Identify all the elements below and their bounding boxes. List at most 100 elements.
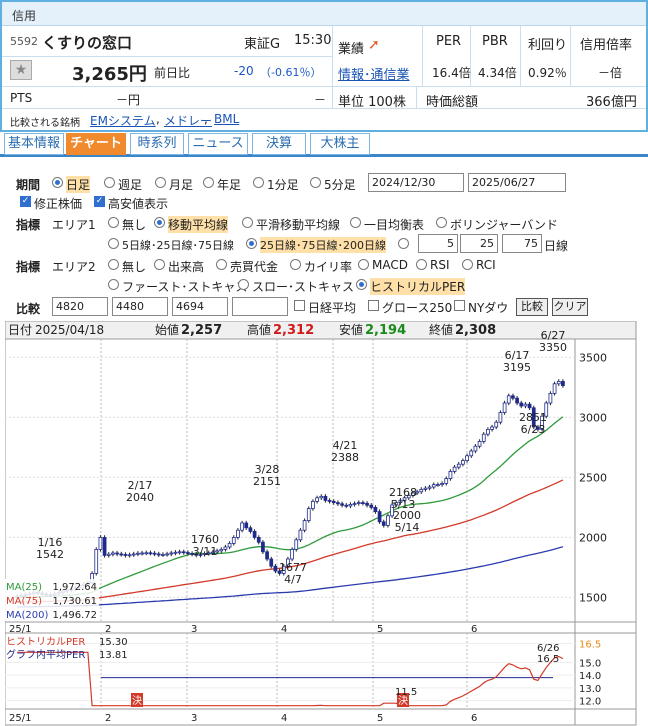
area2-deviation-radio[interactable] — [290, 259, 301, 270]
clear-button[interactable]: クリア — [552, 298, 588, 316]
y-tick-label: 3000 — [579, 411, 607, 424]
candle-body — [315, 497, 319, 502]
indicator2-label: 指標 — [16, 260, 41, 274]
compare-button[interactable]: 比較 — [516, 298, 548, 316]
area2-macd-radio[interactable] — [358, 259, 369, 270]
compare-code-input-3[interactable]: 4694 — [172, 297, 228, 316]
per-tick-label: 15.0 — [579, 658, 601, 669]
candle-body — [348, 503, 353, 507]
tab-chart[interactable]: チャート — [66, 133, 126, 155]
compare-stock-link[interactable]: BML — [214, 112, 239, 126]
area2-rci-radio[interactable] — [462, 259, 473, 270]
area2-option-label: RSI — [430, 258, 450, 272]
period-5min-radio[interactable] — [310, 177, 321, 188]
area2-option-label: ヒストリカルPER — [370, 278, 466, 295]
adjusted-price-checkbox[interactable]: ✓ — [20, 196, 31, 207]
area2-slow-stoch-radio[interactable] — [238, 279, 249, 290]
industry-link[interactable]: 情報･通信業 — [338, 64, 410, 83]
period-option-label: 1分足 — [267, 178, 299, 192]
area2-volume-radio[interactable] — [154, 259, 165, 270]
area2-none-radio[interactable] — [108, 259, 119, 270]
area1-ichimoku-radio[interactable] — [350, 217, 361, 228]
candle-body — [427, 486, 432, 489]
candle-body — [261, 541, 265, 553]
candle-body — [169, 552, 174, 555]
ma-set1-radio[interactable] — [108, 238, 119, 249]
x-tick-label: 4 — [281, 624, 287, 635]
x-tick-label: 2 — [105, 624, 111, 635]
candle-body — [365, 502, 369, 506]
area1-bollinger-radio[interactable] — [436, 217, 447, 228]
candle-body — [119, 553, 124, 556]
favorite-star-icon[interactable]: ★ — [10, 60, 32, 80]
ma-custom-radio[interactable] — [398, 238, 409, 249]
ma75-label: MA(75) — [6, 596, 42, 607]
area1-none-radio[interactable] — [108, 217, 119, 228]
date-to-input[interactable]: 2025/06/27 — [468, 173, 566, 192]
candle-body — [419, 488, 424, 493]
section-label: 信用 — [12, 9, 37, 23]
high-low-checkbox[interactable]: ✓ — [94, 196, 105, 207]
ohlc-high: 2,312 — [273, 323, 314, 338]
area2-fast-stoch-radio[interactable] — [108, 279, 119, 290]
nydow-checkbox[interactable] — [454, 300, 465, 311]
period-1min-radio[interactable] — [253, 177, 264, 188]
candle-body — [440, 482, 444, 485]
compare-stocks-label: 比較される銘柄 — [10, 118, 80, 129]
compare-code-input-2[interactable]: 4480 — [112, 297, 168, 316]
ma200-label: MA(200) — [6, 610, 48, 621]
area1-smooth-ma-radio[interactable] — [242, 217, 253, 228]
tab-basic-info[interactable]: 基本情報 — [4, 133, 64, 155]
tab-news[interactable]: ニュース — [188, 133, 248, 155]
candle-body — [356, 502, 361, 505]
compare-stock-link[interactable]: EMシステム — [90, 112, 156, 129]
gyoseki-label: 業績 — [338, 42, 365, 57]
divider — [416, 86, 417, 108]
divider — [2, 56, 332, 57]
candle-body — [152, 552, 157, 555]
per-current-value: 15.30 — [99, 637, 128, 648]
per-tick-label: 16.5 — [579, 639, 601, 650]
period-weekly-radio[interactable] — [104, 177, 115, 188]
compare-code-input-4[interactable] — [232, 297, 288, 316]
nikkei-checkbox[interactable] — [294, 300, 305, 311]
ma-custom-input-1[interactable]: 5 — [418, 234, 458, 253]
kessan-label: 決 — [132, 695, 142, 707]
area1-ma-radio[interactable] — [154, 217, 165, 228]
candle-body — [494, 421, 499, 428]
tab-earnings[interactable]: 決算 — [252, 133, 306, 155]
period-option-label: 年足 — [217, 178, 242, 192]
ohlc-open: 2,257 — [181, 323, 222, 338]
area2-historical-per-radio[interactable] — [356, 279, 367, 290]
candle-body — [340, 503, 344, 506]
ohlc-date: 2025/04/18 — [35, 323, 104, 337]
candle-body — [506, 395, 511, 404]
area2-turnover-radio[interactable] — [216, 259, 227, 270]
ohlc-close: 2,308 — [455, 323, 496, 338]
date-from-input[interactable]: 2024/12/30 — [368, 173, 464, 192]
margin-ratio-label: 信用倍率 — [580, 38, 633, 53]
ma-custom-input-3[interactable]: 75 — [502, 234, 542, 253]
period-yearly-radio[interactable] — [203, 177, 214, 188]
ma-custom-input-2[interactable]: 25 — [460, 234, 498, 253]
stock-chart[interactable]: 日付 2025/04/18 始値 2,257 高値 2,312 安値 2,194… — [5, 321, 637, 726]
per-tick-label: 13.0 — [579, 684, 601, 695]
tab-timeseries[interactable]: 時系列 — [130, 133, 184, 155]
ma-set2-radio[interactable] — [246, 238, 257, 249]
growth250-checkbox[interactable] — [368, 300, 379, 311]
period-daily-radio[interactable] — [52, 177, 63, 188]
area2-rsi-radio[interactable] — [416, 259, 427, 270]
market-cap-value: 366億円 — [586, 95, 637, 110]
candle-body — [236, 529, 240, 538]
compare-code-input-1[interactable]: 4820 — [52, 297, 108, 316]
candle-body — [165, 553, 169, 556]
area2-option-label: 無し — [122, 260, 147, 274]
candle-body — [256, 536, 261, 543]
candle-body — [456, 463, 461, 468]
divider — [2, 108, 646, 109]
indicator-label: 指標 — [16, 218, 41, 232]
per-tick-label: 12.0 — [579, 697, 601, 708]
period-monthly-radio[interactable] — [155, 177, 166, 188]
x-tick-label: 6 — [471, 713, 477, 724]
tab-major-holders[interactable]: 大株主 — [310, 133, 370, 155]
